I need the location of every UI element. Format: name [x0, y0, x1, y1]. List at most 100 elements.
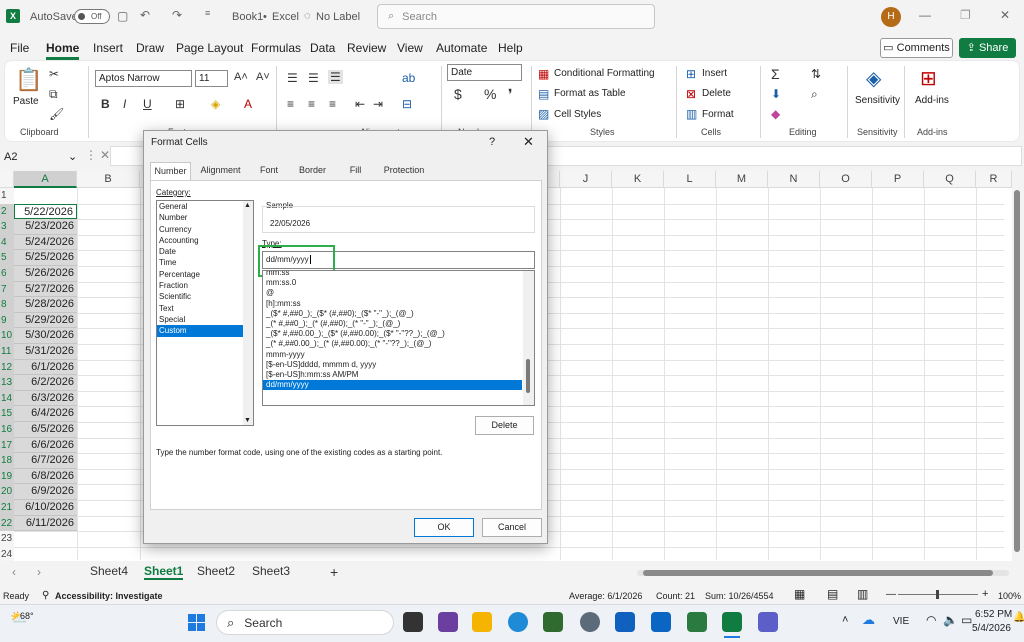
format-painter-icon[interactable]: 🖌	[49, 107, 64, 121]
file-explorer-icon[interactable]	[472, 612, 492, 632]
font-name-select[interactable]: Aptos Narrow	[95, 70, 192, 87]
excel-taskbar-icon[interactable]	[722, 612, 742, 632]
format-type-item[interactable]: [h]:mm:ss	[263, 299, 522, 309]
percent-icon[interactable]: %	[484, 86, 496, 102]
col-header-q[interactable]: Q	[924, 171, 976, 188]
cell-styles-icon[interactable]: ▨	[538, 107, 549, 121]
fill-icon[interactable]: ⬇	[771, 87, 781, 101]
battery-icon[interactable]: ▭	[961, 613, 972, 627]
font-color-icon[interactable]: A	[244, 97, 252, 111]
table-cell[interactable]: 5/23/2026	[14, 219, 77, 235]
delete-cells-icon[interactable]: ⊠	[686, 87, 696, 101]
undo-icon[interactable]: ↶	[140, 8, 150, 22]
dialog-help-icon[interactable]: ?	[489, 136, 495, 148]
status-accessibility[interactable]: Accessibility: Investigate	[55, 591, 163, 601]
tray-chevron-icon[interactable]: ˄	[842, 614, 848, 626]
cancel-button[interactable]: Cancel	[482, 518, 542, 537]
paste-icon[interactable]: 📋	[15, 67, 42, 93]
row-header[interactable]: 17	[0, 437, 14, 454]
xbox-icon[interactable]	[687, 612, 707, 632]
category-item[interactable]: General	[157, 201, 243, 212]
format-table-icon[interactable]: ▤	[538, 87, 549, 101]
format-type-item[interactable]: _(* #,##0_);_(* (#,##0);_(* "-"_);_(@_)	[263, 319, 522, 329]
clock-time[interactable]: 6:52 PM	[975, 609, 1012, 620]
table-cell[interactable]: 6/10/2026	[14, 500, 77, 516]
type-list-scrollbar[interactable]	[523, 271, 534, 405]
table-cell[interactable]: 6/11/2026	[14, 515, 77, 532]
col-header-n[interactable]: N	[768, 171, 820, 188]
table-cell[interactable]: 6/8/2026	[14, 468, 77, 485]
zoom-level[interactable]: 100%	[998, 591, 1021, 601]
scroll-left-icon[interactable]: ‹	[12, 565, 16, 579]
borders-icon[interactable]: ⊞	[175, 97, 185, 111]
col-header-j[interactable]: J	[560, 171, 612, 188]
row-header[interactable]: 3	[0, 219, 14, 235]
scroll-up-arrow-icon[interactable]: ▲	[244, 202, 251, 209]
format-table-button[interactable]: Format as Table	[554, 88, 626, 99]
menu-view[interactable]: View	[397, 41, 423, 55]
menu-automate[interactable]: Automate	[436, 41, 487, 55]
table-cell[interactable]: 6/9/2026	[14, 484, 77, 500]
category-item[interactable]: Scientific	[157, 291, 243, 302]
clear-icon[interactable]: ◆	[771, 107, 780, 121]
onedrive-icon[interactable]: ☁	[862, 612, 875, 628]
format-type-item[interactable]: mm:ss.0	[263, 278, 522, 288]
add-ins-button[interactable]: Add-ins	[915, 95, 949, 106]
col-header-l[interactable]: L	[664, 171, 716, 188]
row-header[interactable]: 18	[0, 453, 14, 469]
dialog-close-icon[interactable]: ✕	[523, 134, 534, 150]
format-type-item[interactable]: _(* #,##0.00_);_(* (#,##0.00);_(* "-"??_…	[263, 339, 522, 349]
tab-sheet4[interactable]: Sheet4	[90, 564, 128, 578]
task-view-icon[interactable]	[403, 612, 423, 632]
row-header[interactable]: 5	[0, 250, 14, 266]
redo-icon[interactable]: ↷	[172, 8, 182, 22]
add-sheet-icon[interactable]: +	[330, 564, 338, 580]
tab-sheet1[interactable]: Sheet1	[144, 564, 184, 580]
delete-format-button[interactable]: Delete	[475, 416, 534, 435]
format-type-item[interactable]: @	[263, 288, 522, 298]
clock-date[interactable]: 5/4/2026	[972, 623, 1011, 634]
scroll-down-arrow-icon[interactable]: ▼	[244, 417, 251, 424]
tab-alignment[interactable]: Alignment	[193, 162, 248, 180]
col-header-b[interactable]: B	[77, 171, 140, 188]
row-header[interactable]: 15	[0, 406, 14, 422]
align-bottom-icon[interactable]: ☰	[328, 70, 343, 84]
tab-fill[interactable]: Fill	[337, 162, 374, 180]
col-header-a[interactable]: A	[14, 171, 77, 188]
row-header[interactable]: 1	[0, 188, 14, 204]
minimize-icon[interactable]: —	[919, 8, 931, 22]
table-cell[interactable]: 5/28/2026	[14, 297, 77, 313]
delete-cells-button[interactable]: Delete	[702, 88, 731, 99]
insert-cells-icon[interactable]: ⊞	[686, 67, 696, 81]
row-header[interactable]: 10	[0, 328, 14, 344]
autosave-toggle[interactable]: Off	[74, 9, 110, 24]
windows-start-icon[interactable]	[188, 614, 205, 631]
notification-icon[interactable]: 🔔	[1013, 612, 1024, 623]
merge-center-icon[interactable]: ⊟	[402, 97, 412, 111]
menu-draw[interactable]: Draw	[136, 41, 164, 55]
conditional-formatting-button[interactable]: Conditional Formatting	[554, 68, 655, 79]
category-item[interactable]: Accounting	[157, 235, 243, 246]
italic-icon[interactable]: I	[123, 97, 126, 111]
store-icon[interactable]	[543, 612, 563, 632]
menu-home[interactable]: Home	[46, 41, 80, 60]
currency-icon[interactable]: $	[454, 86, 462, 102]
row-header[interactable]: 14	[0, 390, 14, 407]
close-icon[interactable]: ✕	[1000, 8, 1010, 22]
align-center-icon[interactable]: ≡	[308, 97, 315, 111]
table-cell[interactable]: 6/5/2026	[14, 422, 77, 438]
name-box[interactable]: A2 ⌄	[0, 148, 80, 166]
category-list[interactable]: ▲ ▼ General Number Currency Accounting Date T…	[156, 200, 254, 426]
vertical-scrollbar[interactable]	[1013, 188, 1021, 560]
col-header-o[interactable]: O	[820, 171, 872, 188]
category-scrollbar[interactable]: ▲ ▼	[243, 201, 253, 425]
indent-increase-icon[interactable]: ⇥	[373, 97, 383, 111]
restore-icon[interactable]: ❐	[960, 8, 971, 22]
col-header-r[interactable]: R	[976, 171, 1012, 188]
sensitivity-icon[interactable]: ◈	[866, 66, 881, 91]
format-cells-icon[interactable]: ▥	[686, 107, 697, 121]
table-cell[interactable]: 5/31/2026	[14, 344, 77, 360]
input-language[interactable]: VIE	[893, 616, 909, 627]
type-list-scrollbar-thumb[interactable]	[526, 359, 530, 393]
number-format-select[interactable]: Date	[447, 64, 522, 81]
